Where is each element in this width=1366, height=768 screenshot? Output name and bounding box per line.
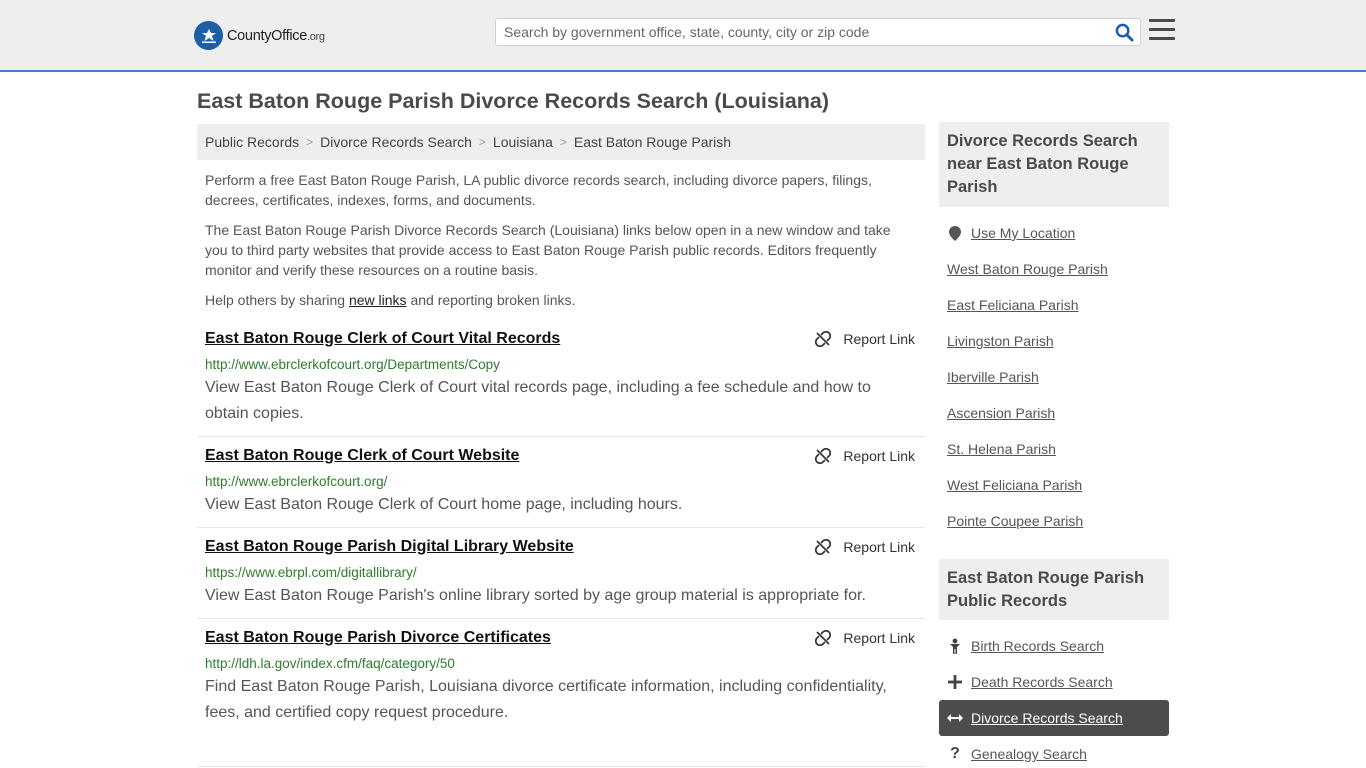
sidebar-item-birth-records[interactable]: Birth Records Search [939, 628, 1169, 664]
report-link-button[interactable]: Report Link [815, 630, 915, 646]
result-url[interactable]: http://www.ebrclerkofcourt.org/ [205, 474, 387, 489]
cross-icon [947, 674, 963, 690]
intro-paragraph-2: The East Baton Rouge Parish Divorce Reco… [205, 222, 891, 278]
chevron-right-icon: > [478, 135, 486, 149]
breadcrumb-parish[interactable]: East Baton Rouge Parish [574, 134, 731, 150]
report-link-label: Report Link [843, 539, 915, 555]
use-my-location-link[interactable]: Use My Location [939, 215, 1169, 251]
sidebar-item-genealogy[interactable]: ? Genealogy Search [939, 736, 1169, 768]
site-logo[interactable]: CountyOffice.org [194, 21, 325, 50]
page-title: East Baton Rouge Parish Divorce Records … [197, 89, 830, 113]
sidebar-item-label: Genealogy Search [971, 746, 1087, 762]
nearby-link-livingston[interactable]: Livingston Parish [947, 333, 1054, 349]
nearby-link-east-feliciana[interactable]: East Feliciana Parish [947, 297, 1079, 313]
breadcrumb: Public Records > Divorce Records Search … [197, 124, 925, 160]
result-description: View East Baton Rouge Clerk of Court vit… [205, 379, 871, 422]
intro-paragraph-3: Help others by sharing new links and rep… [205, 290, 915, 310]
result-title-link[interactable]: East Baton Rouge Clerk of Court Website [205, 447, 519, 465]
intro-paragraph-1: Perform a free East Baton Rouge Parish, … [205, 172, 872, 208]
result-item: East Baton Rouge Parish Digital Library … [197, 538, 925, 619]
report-link-label: Report Link [843, 448, 915, 464]
broken-link-icon [815, 448, 832, 464]
nearby-link-pointe-coupee[interactable]: Pointe Coupee Parish [947, 513, 1083, 529]
chevron-right-icon: > [559, 135, 567, 149]
search-box [495, 18, 1141, 46]
nearby-link-west-feliciana[interactable]: West Feliciana Parish [947, 477, 1082, 493]
sidebar-item-death-records[interactable]: Death Records Search [939, 664, 1169, 700]
intro-text: and reporting broken links. [406, 292, 576, 308]
report-link-button[interactable]: Report Link [815, 331, 915, 347]
nearby-section-title: Divorce Records Search near East Baton R… [939, 122, 1169, 207]
sidebar-item-divorce-records[interactable]: Divorce Records Search [939, 700, 1169, 736]
question-icon: ? [950, 745, 960, 762]
logo-text: CountyOffice.org [227, 28, 325, 44]
logo-suffix: .org [306, 30, 325, 43]
search-icon [1115, 23, 1134, 42]
broken-link-icon [815, 331, 832, 347]
new-links-link[interactable]: new links [349, 292, 407, 308]
result-item: East Baton Rouge Clerk of Court Vital Re… [197, 330, 925, 437]
report-link-button[interactable]: Report Link [815, 539, 915, 555]
result-description: View East Baton Rouge Parish's online li… [205, 587, 866, 604]
nearby-link-st-helena[interactable]: St. Helena Parish [947, 441, 1056, 457]
use-my-location-label: Use My Location [971, 225, 1076, 241]
location-pin-icon [947, 225, 963, 241]
sidebar-item-label: Divorce Records Search [971, 710, 1123, 726]
sidebar-item-label: Death Records Search [971, 674, 1113, 690]
result-url[interactable]: http://ldh.la.gov/index.cfm/faq/category… [205, 656, 455, 671]
broken-link-icon [815, 539, 832, 555]
search-input[interactable] [496, 19, 1106, 45]
records-section-title: East Baton Rouge Parish Public Records [939, 559, 1169, 620]
baby-icon [947, 638, 963, 654]
result-title-link[interactable]: East Baton Rouge Clerk of Court Vital Re… [205, 330, 560, 348]
search-button[interactable] [1112, 21, 1136, 43]
report-link-label: Report Link [843, 630, 915, 646]
logo-seal-icon [194, 21, 223, 50]
result-title-link[interactable]: East Baton Rouge Parish Divorce Certific… [205, 629, 551, 647]
broken-link-icon [815, 630, 832, 646]
logo-name: CountyOffice [227, 27, 307, 44]
breadcrumb-louisiana[interactable]: Louisiana [493, 134, 553, 150]
hamburger-menu-icon[interactable] [1149, 19, 1175, 43]
chevron-right-icon: > [306, 135, 314, 149]
result-description: Find East Baton Rouge Parish, Louisiana … [205, 678, 887, 721]
arrows-horizontal-icon [947, 710, 963, 726]
intro-text: Help others by sharing [205, 292, 349, 308]
result-url[interactable]: http://www.ebrclerkofcourt.org/Departmen… [205, 357, 500, 372]
site-header: CountyOffice.org [0, 0, 1366, 72]
breadcrumb-public-records[interactable]: Public Records [205, 134, 299, 150]
result-description: View East Baton Rouge Clerk of Court hom… [205, 496, 683, 513]
nearby-link-west-baton-rouge[interactable]: West Baton Rouge Parish [947, 261, 1108, 277]
report-link-label: Report Link [843, 331, 915, 347]
nearby-link-iberville[interactable]: Iberville Parish [947, 369, 1039, 385]
result-item: East Baton Rouge Parish Divorce Certific… [197, 629, 925, 767]
sidebar-item-label: Birth Records Search [971, 638, 1105, 654]
nearby-link-ascension[interactable]: Ascension Parish [947, 405, 1055, 421]
result-item: East Baton Rouge Clerk of Court Website … [197, 447, 925, 528]
result-url[interactable]: https://www.ebrpl.com/digitallibrary/ [205, 565, 417, 580]
report-link-button[interactable]: Report Link [815, 448, 915, 464]
result-title-link[interactable]: East Baton Rouge Parish Digital Library … [205, 538, 574, 556]
breadcrumb-divorce-records[interactable]: Divorce Records Search [320, 134, 472, 150]
